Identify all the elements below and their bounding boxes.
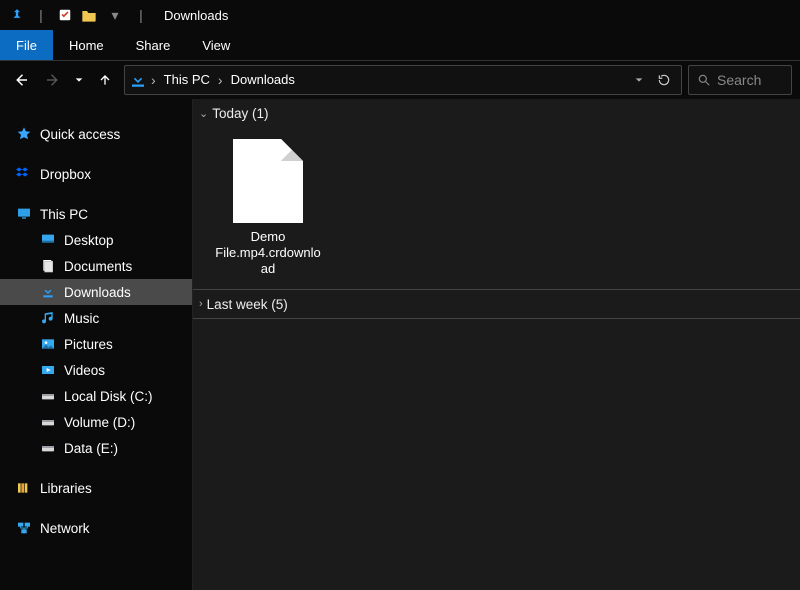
drive-icon — [40, 388, 56, 404]
sidebar-item-music[interactable]: Music — [0, 305, 192, 331]
music-icon — [40, 310, 56, 326]
downloads-icon — [40, 284, 56, 300]
sidebar-item-label: Dropbox — [40, 167, 91, 182]
pictures-icon — [40, 336, 56, 352]
sidebar-item-libraries[interactable]: Libraries — [0, 475, 192, 501]
sidebar-item-label: Network — [40, 521, 90, 536]
sidebar-item-videos[interactable]: Videos — [0, 357, 192, 383]
sidebar-item-documents[interactable]: Documents — [0, 253, 192, 279]
sidebar-item-label: Libraries — [40, 481, 92, 496]
nav-up-button[interactable] — [92, 67, 118, 93]
refresh-button[interactable] — [651, 67, 677, 93]
sidebar-item-label: Volume (D:) — [64, 415, 135, 430]
dropbox-icon — [16, 166, 32, 182]
sidebar-item-dropbox[interactable]: Dropbox — [0, 161, 192, 187]
content-pane: ⌄ Today (1) Demo File.mp4.crdownload › L… — [193, 99, 800, 590]
nav-back-button[interactable] — [8, 67, 34, 93]
address-bar-row: › This PC › Downloads Search — [0, 61, 800, 99]
drive-icon — [40, 414, 56, 430]
sidebar-item-label: Data (E:) — [64, 441, 118, 456]
sidebar-item-volume-d[interactable]: Volume (D:) — [0, 409, 192, 435]
tab-view[interactable]: View — [186, 30, 246, 60]
sidebar-item-network[interactable]: Network — [0, 515, 192, 541]
group-label: Last week (5) — [207, 297, 288, 312]
breadcrumb-folder[interactable]: Downloads — [227, 66, 299, 94]
chevron-down-icon: ⌄ — [199, 107, 208, 120]
chevron-right-icon: › — [199, 298, 203, 310]
sidebar-item-downloads[interactable]: Downloads — [0, 279, 192, 305]
drive-icon — [40, 440, 56, 456]
sidebar-item-label: Desktop — [64, 233, 114, 248]
group-label: Today (1) — [212, 106, 268, 121]
file-name-label: Demo File.mp4.crdownload — [213, 229, 323, 277]
sidebar-item-label: Quick access — [40, 127, 120, 142]
group-header-today[interactable]: ⌄ Today (1) — [193, 99, 800, 127]
sidebar-item-label: Documents — [64, 259, 132, 274]
folder-icon[interactable] — [78, 4, 100, 26]
nav-forward-button[interactable] — [40, 67, 66, 93]
star-icon — [16, 126, 32, 142]
file-grid-today: Demo File.mp4.crdownload — [193, 127, 800, 289]
network-icon — [16, 520, 32, 536]
group-header-last-week[interactable]: › Last week (5) — [193, 289, 800, 319]
chevron-right-icon[interactable]: › — [216, 72, 225, 88]
recent-locations-button[interactable] — [72, 67, 86, 93]
tab-file[interactable]: File — [0, 30, 53, 60]
sidebar-item-this-pc[interactable]: This PC — [0, 201, 192, 227]
sidebar-item-quick-access[interactable]: Quick access — [0, 121, 192, 147]
desktop-icon — [40, 232, 56, 248]
sidebar-item-label: This PC — [40, 207, 88, 222]
sidebar-item-pictures[interactable]: Pictures — [0, 331, 192, 357]
file-thumb-icon — [233, 139, 303, 223]
address-bar[interactable]: › This PC › Downloads — [124, 65, 682, 95]
search-icon — [697, 73, 711, 87]
nav-pane: Quick access Dropbox This PC Desktop Doc… — [0, 99, 193, 590]
downloads-icon — [129, 71, 147, 89]
ribbon-tabs: File Home Share View — [0, 30, 800, 61]
sidebar-item-local-c[interactable]: Local Disk (C:) — [0, 383, 192, 409]
tab-home[interactable]: Home — [53, 30, 120, 60]
chevron-right-icon[interactable]: › — [149, 72, 158, 88]
search-placeholder: Search — [717, 72, 761, 88]
pin-icon[interactable] — [6, 4, 28, 26]
sidebar-item-label: Music — [64, 311, 99, 326]
breadcrumb-root[interactable]: This PC — [160, 66, 214, 94]
properties-icon[interactable] — [54, 4, 76, 26]
sidebar-item-label: Videos — [64, 363, 105, 378]
file-item[interactable]: Demo File.mp4.crdownload — [213, 139, 323, 277]
address-dropdown-button[interactable] — [629, 67, 649, 93]
window-title: Downloads — [164, 8, 228, 23]
sidebar-item-label: Downloads — [64, 285, 131, 300]
sidebar-item-data-e[interactable]: Data (E:) — [0, 435, 192, 461]
title-bar: | ▾ | Downloads — [0, 0, 800, 30]
search-input[interactable]: Search — [688, 65, 792, 95]
sidebar-item-label: Local Disk (C:) — [64, 389, 153, 404]
sidebar-item-label: Pictures — [64, 337, 113, 352]
sidebar-item-desktop[interactable]: Desktop — [0, 227, 192, 253]
documents-icon — [40, 258, 56, 274]
monitor-icon — [16, 206, 32, 222]
tab-share[interactable]: Share — [120, 30, 187, 60]
quick-access-toolbar: | ▾ | — [6, 4, 152, 26]
videos-icon — [40, 362, 56, 378]
libraries-icon — [16, 480, 32, 496]
